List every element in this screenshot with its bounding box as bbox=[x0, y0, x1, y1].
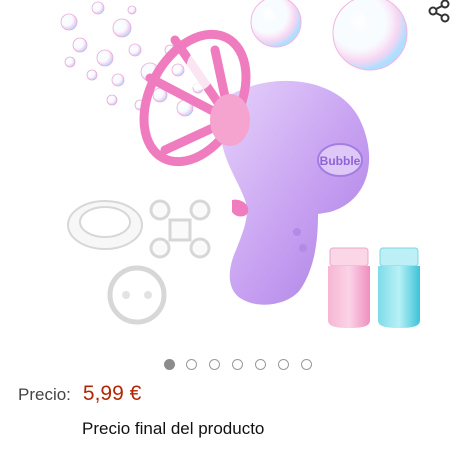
gallery-dot[interactable] bbox=[255, 359, 266, 370]
share-button[interactable] bbox=[420, 0, 456, 24]
gallery-dot[interactable] bbox=[186, 359, 197, 370]
gallery-dot[interactable] bbox=[278, 359, 289, 370]
gallery-dot[interactable] bbox=[209, 359, 220, 370]
gallery-pagination bbox=[0, 357, 475, 373]
gallery-dot[interactable] bbox=[301, 359, 312, 370]
product-image-gallery[interactable]: Bubble bbox=[0, 0, 475, 350]
product-image: Bubble bbox=[60, 0, 420, 328]
gallery-dot[interactable] bbox=[164, 359, 175, 370]
price-label: Precio: bbox=[18, 385, 71, 404]
price-value: 5,99 € bbox=[82, 382, 142, 405]
final-price-note: Precio final del producto bbox=[82, 419, 265, 438]
gallery-dot[interactable] bbox=[232, 359, 243, 370]
share-icon bbox=[428, 0, 450, 23]
gun-badge-text: Bubble bbox=[320, 154, 361, 168]
price-row: Precio: 5,99 € bbox=[18, 382, 141, 412]
